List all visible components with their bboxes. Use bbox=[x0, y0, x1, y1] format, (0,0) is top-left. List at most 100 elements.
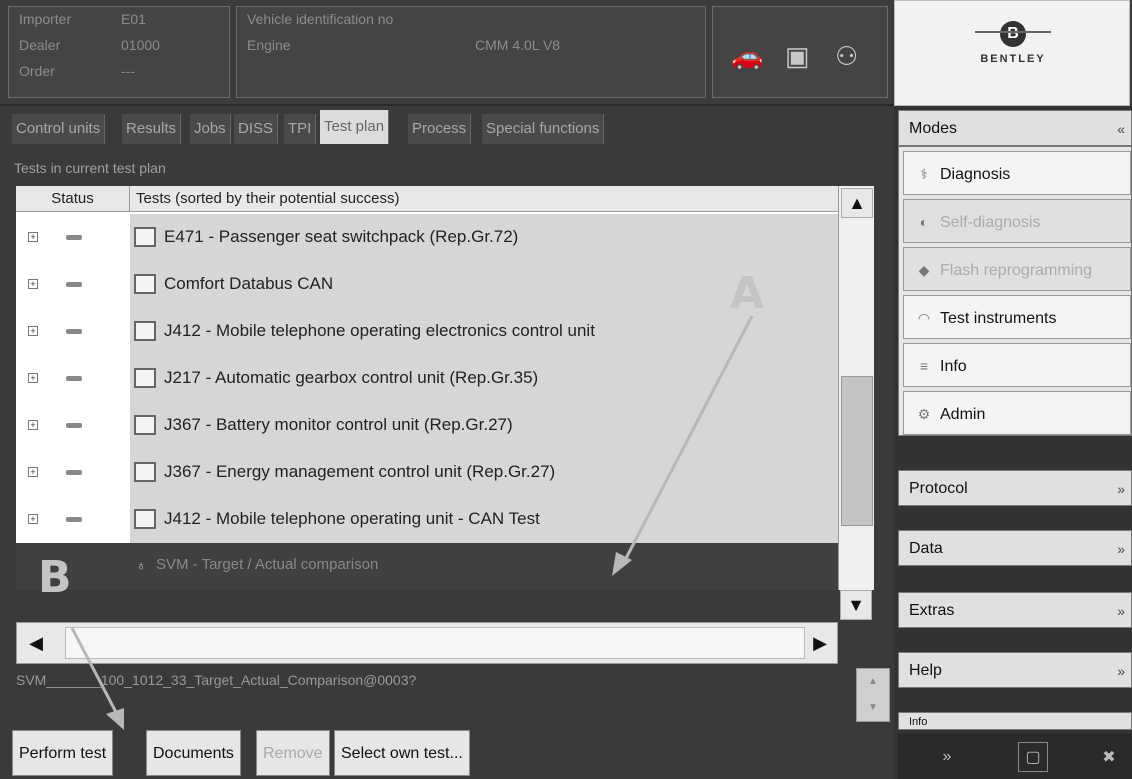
vehicle-info-box: Importer E01 Dealer 01000 Order --- bbox=[8, 6, 230, 98]
section-label: Help bbox=[909, 662, 942, 679]
tab-diss[interactable]: DISS bbox=[234, 114, 279, 144]
mode-test-instruments[interactable]: ◠ Test instruments bbox=[903, 295, 1131, 339]
table-row[interactable]: + J367 - Battery monitor control unit (R… bbox=[16, 402, 838, 449]
section-label: Extras bbox=[909, 602, 955, 619]
mode-admin[interactable]: ⚙ Admin bbox=[903, 391, 1131, 435]
collapse-chevron-icon[interactable]: « bbox=[1117, 111, 1125, 147]
close-icon[interactable]: ✖ bbox=[1094, 742, 1124, 772]
current-plan-label: Tests in current test plan bbox=[14, 160, 166, 176]
tab-test-plan[interactable]: Test plan bbox=[320, 110, 390, 144]
expand-chevron-icon[interactable]: » bbox=[1117, 471, 1125, 507]
car-diag-icon: ◐ bbox=[919, 214, 929, 230]
expand-icon[interactable]: + bbox=[28, 420, 38, 430]
dealer-label: Dealer bbox=[19, 37, 61, 53]
scroll-down-button[interactable]: ▼ bbox=[840, 590, 872, 620]
expand-icon[interactable]: + bbox=[28, 514, 38, 524]
column-status[interactable]: Status bbox=[16, 186, 130, 212]
status-indicator bbox=[66, 235, 82, 240]
mode-label: Admin bbox=[940, 406, 986, 423]
status-cell: + bbox=[16, 449, 130, 496]
expand-icon[interactable]: + bbox=[28, 279, 38, 289]
test-name: Comfort Databus CAN bbox=[164, 274, 334, 293]
expand-icon[interactable]: + bbox=[28, 373, 38, 383]
expand-icon[interactable]: + bbox=[28, 232, 38, 242]
scroll-up-arrow-icon[interactable]: ▲ bbox=[841, 188, 873, 218]
network-icon[interactable]: ▣ bbox=[785, 41, 810, 72]
tab-control-units[interactable]: Control units bbox=[12, 114, 106, 144]
test-checkbox[interactable] bbox=[134, 321, 156, 341]
mode-diagnosis[interactable]: ⚕ Diagnosis bbox=[903, 151, 1131, 195]
header-bar: Importer E01 Dealer 01000 Order --- Vehi… bbox=[0, 0, 1132, 106]
tab-tpi[interactable]: TPI bbox=[284, 114, 317, 144]
mode-self-diagnosis[interactable]: ◐ Self-diagnosis bbox=[903, 199, 1131, 243]
expand-chevron-icon[interactable]: » bbox=[1117, 593, 1125, 629]
horizontal-scrollbar[interactable]: ◀ ▶ bbox=[16, 622, 838, 664]
table-row[interactable]: + J217 - Automatic gearbox control unit … bbox=[16, 355, 838, 402]
scroll-right-arrow-icon[interactable]: ▶ bbox=[805, 627, 835, 659]
test-checkbox[interactable] bbox=[134, 368, 156, 388]
scroll-left-arrow-icon[interactable]: ◀ bbox=[21, 627, 51, 659]
section-protocol[interactable]: Protocol » bbox=[898, 470, 1132, 506]
column-tests[interactable]: Tests (sorted by their potential success… bbox=[136, 186, 399, 212]
table-row-selected[interactable]: ♁ SVM - Target / Actual comparison bbox=[16, 543, 838, 590]
table-body: + E471 - Passenger seat switchpack (Rep.… bbox=[16, 212, 838, 590]
annotation-a: A bbox=[730, 268, 765, 319]
table-row[interactable]: + J367 - Energy management control unit … bbox=[16, 449, 838, 496]
order-value: --- bbox=[121, 63, 135, 79]
tab-bar: Control units Results Jobs DISS TPI Test… bbox=[8, 106, 890, 146]
table-header: Status Tests (sorted by their potential … bbox=[16, 186, 838, 212]
mode-flash-reprogramming[interactable]: ◆ Flash reprogramming bbox=[903, 247, 1131, 291]
status-indicator bbox=[66, 470, 82, 475]
scroll-up-arrow-icon[interactable]: ▲ bbox=[857, 669, 889, 695]
tab-special-functions[interactable]: Special functions bbox=[482, 114, 605, 144]
mode-label: Diagnosis bbox=[940, 166, 1011, 183]
status-scrollbar[interactable]: ▲ ▼ bbox=[856, 668, 890, 722]
plug-icon[interactable]: ⚇ bbox=[835, 41, 858, 72]
horizontal-scroll-thumb[interactable] bbox=[65, 627, 805, 659]
test-checkbox[interactable] bbox=[134, 462, 156, 482]
section-data[interactable]: Data » bbox=[898, 530, 1132, 566]
mode-info[interactable]: ≡ Info bbox=[903, 343, 1131, 387]
section-label: Info bbox=[909, 716, 928, 728]
scroll-thumb[interactable] bbox=[841, 376, 873, 526]
vin-label: Vehicle identification no bbox=[247, 11, 394, 27]
test-name: J367 - Energy management control unit (R… bbox=[164, 462, 556, 481]
table-row[interactable]: + J412 - Mobile telephone operating elec… bbox=[16, 308, 838, 355]
vertical-scrollbar[interactable]: ▲ ▼ bbox=[838, 186, 874, 590]
forward-icon[interactable]: » bbox=[932, 742, 962, 772]
expand-chevron-icon[interactable]: » bbox=[1117, 653, 1125, 689]
annotation-b: B bbox=[38, 552, 72, 603]
status-cell: + bbox=[16, 214, 130, 261]
info-icon: ≡ bbox=[919, 358, 929, 374]
admin-icon: ⚙ bbox=[917, 406, 931, 422]
test-checkbox[interactable] bbox=[134, 227, 156, 247]
section-help[interactable]: Help » bbox=[898, 652, 1132, 688]
tab-process[interactable]: Process bbox=[408, 114, 472, 144]
logo-text: BENTLEY bbox=[980, 53, 1046, 65]
select-own-test-button[interactable]: Select own test... bbox=[334, 730, 470, 776]
window-icon[interactable]: ▢ bbox=[1018, 742, 1048, 772]
remove-button[interactable]: Remove bbox=[256, 730, 330, 776]
test-name: J412 - Mobile telephone operating electr… bbox=[164, 321, 595, 340]
importer-label: Importer bbox=[19, 11, 72, 27]
modes-header[interactable]: Modes « bbox=[898, 110, 1132, 146]
test-checkbox[interactable] bbox=[134, 509, 156, 529]
table-row[interactable]: + J412 - Mobile telephone operating unit… bbox=[16, 496, 838, 543]
car-icon[interactable]: 🚗 bbox=[731, 41, 763, 72]
expand-icon[interactable]: + bbox=[28, 467, 38, 477]
expand-chevron-icon[interactable]: » bbox=[1117, 531, 1125, 567]
tab-jobs[interactable]: Jobs bbox=[190, 114, 231, 144]
table-row[interactable]: + Comfort Databus CAN bbox=[16, 261, 838, 308]
tab-results[interactable]: Results bbox=[122, 114, 182, 144]
expand-icon[interactable]: + bbox=[28, 326, 38, 336]
test-checkbox[interactable] bbox=[134, 274, 156, 294]
status-line: SVM_______100_1012_33_Target_Actual_Comp… bbox=[16, 672, 417, 688]
perform-test-button[interactable]: Perform test bbox=[12, 730, 114, 776]
documents-button[interactable]: Documents bbox=[146, 730, 241, 776]
flash-icon: ◆ bbox=[918, 262, 930, 278]
section-info[interactable]: Info bbox=[898, 712, 1132, 730]
test-checkbox[interactable] bbox=[134, 415, 156, 435]
scroll-down-arrow-icon[interactable]: ▼ bbox=[857, 695, 889, 721]
section-extras[interactable]: Extras » bbox=[898, 592, 1132, 628]
table-row[interactable]: + E471 - Passenger seat switchpack (Rep.… bbox=[16, 214, 838, 261]
